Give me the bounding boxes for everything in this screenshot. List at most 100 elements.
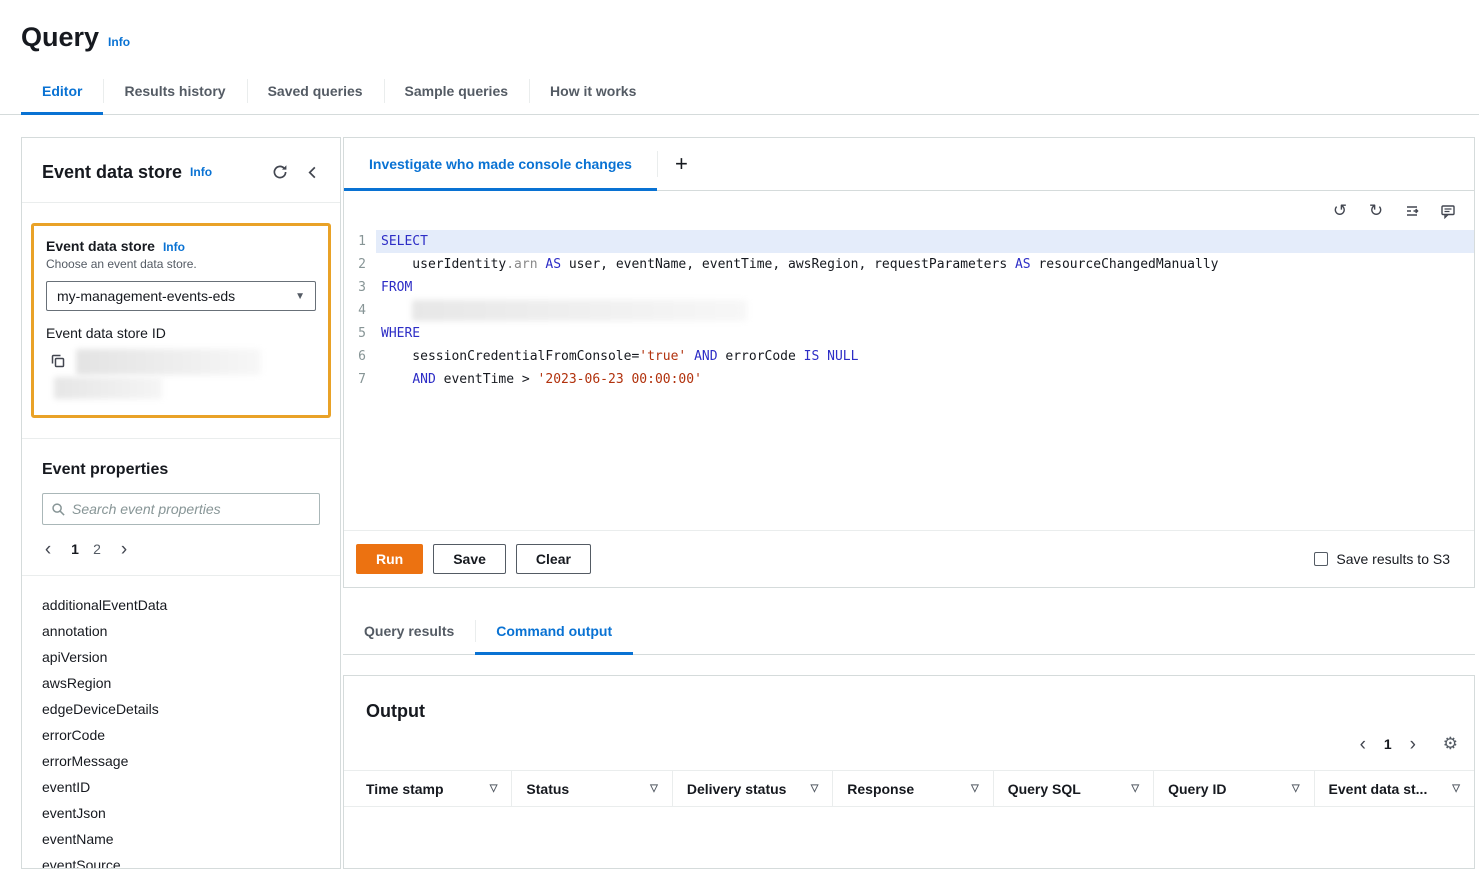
property-item[interactable]: apiVersion [42,644,320,670]
output-pagination: ‹ 1 › ⚙ [344,722,1474,756]
property-item[interactable]: eventName [42,826,320,852]
sidebar-header: Event data store Info [22,138,340,202]
undo-icon[interactable]: ↺ [1328,199,1352,223]
column-header-delivery-status: Delivery status ▽ [672,771,832,806]
properties-page-1[interactable]: 1 [64,539,86,559]
properties-pagination: ‹ 12 › [22,525,340,575]
event-data-store-select[interactable]: my-management-events-eds ▼ [46,281,316,311]
refresh-icon[interactable] [268,160,292,184]
page-header: Query Info [0,0,1479,52]
save-results-to-s3-checkbox[interactable] [1314,552,1328,566]
filter-icon[interactable]: ▽ [1452,783,1460,794]
copy-icon[interactable] [46,349,70,373]
sql-token [819,349,827,364]
line-number: 6 [344,345,376,368]
property-item[interactable]: edgeDeviceDetails [42,696,320,722]
query-editor-card: Investigate who made console changes + ↺… [343,137,1475,588]
feedback-icon[interactable] [1436,199,1460,223]
editor-actions: Run Save Clear Save results to S3 [344,530,1474,587]
nav-tabs: EditorResults historySaved queriesSample… [0,68,1479,115]
property-item[interactable]: eventJson [42,800,320,826]
clear-button[interactable]: Clear [516,544,591,574]
sql-token: sessionCredentialFromConsole= [381,349,639,364]
column-label: Response [847,781,914,797]
nav-tab-saved-queries[interactable]: Saved queries [247,68,384,114]
filter-icon[interactable]: ▽ [650,783,658,794]
filter-icon[interactable]: ▽ [1292,783,1300,794]
sql-token: userIdentity [381,257,506,272]
sql-token: errorCode [718,349,804,364]
property-item[interactable]: eventID [42,774,320,800]
sidebar-info-link[interactable]: Info [190,165,212,179]
line-number: 2 [344,253,376,276]
prev-page-icon[interactable]: ‹ [36,537,60,561]
format-query-icon[interactable] [1400,199,1424,223]
filter-icon[interactable]: ▽ [971,783,979,794]
sql-token: AS [1015,257,1031,272]
redacted-text [412,300,747,321]
sql-token: WHERE [381,326,420,341]
code-line-content: WHERE [376,322,1474,345]
nav-tab-results-history[interactable]: Results history [103,68,246,114]
add-query-tab-icon[interactable]: + [658,138,705,190]
event-data-store-sidebar: Event data store Info Event data store I… [21,137,341,869]
results-tab-command-output[interactable]: Command output [475,608,633,654]
code-line-content: sessionCredentialFromConsole='true' AND … [376,345,1474,368]
column-header-response: Response ▽ [832,771,992,806]
code-line: 6 sessionCredentialFromConsole='true' AN… [344,345,1474,368]
page-title: Query [21,22,99,52]
property-item[interactable]: eventSource [42,852,320,869]
line-number: 1 [344,230,376,253]
column-header-query-sql: Query SQL▽ [993,771,1153,806]
sql-token: .arn [506,257,537,272]
column-label: Delivery status [687,781,787,797]
output-prev-page-icon[interactable]: ‹ [1351,732,1375,756]
code-line-content: SELECT [376,230,1474,253]
sql-token: AND [694,349,717,364]
collapse-panel-icon[interactable] [300,160,324,184]
page-info-link[interactable]: Info [108,35,130,49]
run-button[interactable]: Run [356,544,423,574]
query-tabbar: Investigate who made console changes + [344,138,1474,191]
column-header-query-id: Query ID▽ [1153,771,1313,806]
line-number: 3 [344,276,376,299]
properties-page-2[interactable]: 2 [86,539,108,559]
query-tab[interactable]: Investigate who made console changes [344,138,657,190]
results-tab-query-results[interactable]: Query results [343,608,475,654]
save-button[interactable]: Save [433,544,506,574]
nav-tab-editor[interactable]: Editor [21,68,103,114]
nav-tab-sample-queries[interactable]: Sample queries [384,68,530,114]
property-item[interactable]: awsRegion [42,670,320,696]
store-id-label: Event data store ID [46,325,316,341]
property-item[interactable]: annotation [42,618,320,644]
code-line: 3FROM [344,276,1474,299]
property-item[interactable]: errorMessage [42,748,320,774]
sql-token: '2023-06-23 00:00:00' [538,372,702,387]
store-panel-info-link[interactable]: Info [163,240,185,254]
filter-icon[interactable]: ▽ [490,783,498,794]
next-page-icon[interactable]: › [112,537,136,561]
filter-icon[interactable]: ▽ [811,783,819,794]
editor-toolbar: ↺ ↻ [344,191,1474,227]
property-item[interactable]: errorCode [42,722,320,748]
sql-token [381,372,412,387]
search-icon [51,502,66,517]
content: Event data store Info Event data store I… [0,115,1479,869]
filter-icon[interactable]: ▽ [1131,783,1139,794]
sql-editor[interactable]: 1SELECT2 userIdentity.arn AS user, event… [344,227,1474,530]
property-item[interactable]: additionalEventData [42,592,320,618]
output-next-page-icon[interactable]: › [1401,732,1425,756]
search-box [42,493,320,525]
main: Investigate who made console changes + ↺… [343,137,1475,869]
output-card: Output ‹ 1 › ⚙ Time stamp▽Status▽Deliver… [343,675,1475,869]
sql-token: user, eventName, eventTime, awsRegion, r… [561,257,1015,272]
nav-tab-how-it-works[interactable]: How it works [529,68,657,114]
gear-icon[interactable]: ⚙ [1443,734,1458,754]
output-page-number[interactable]: 1 [1377,734,1399,754]
save-results-to-s3-label: Save results to S3 [1336,551,1450,567]
search-event-properties-input[interactable] [72,501,311,517]
output-table-header: Time stamp▽Status▽Delivery status▽Respon… [344,770,1474,807]
column-label: Event data st... [1329,781,1428,797]
selected-store-value: my-management-events-eds [57,288,235,304]
redo-icon[interactable]: ↻ [1364,199,1388,223]
